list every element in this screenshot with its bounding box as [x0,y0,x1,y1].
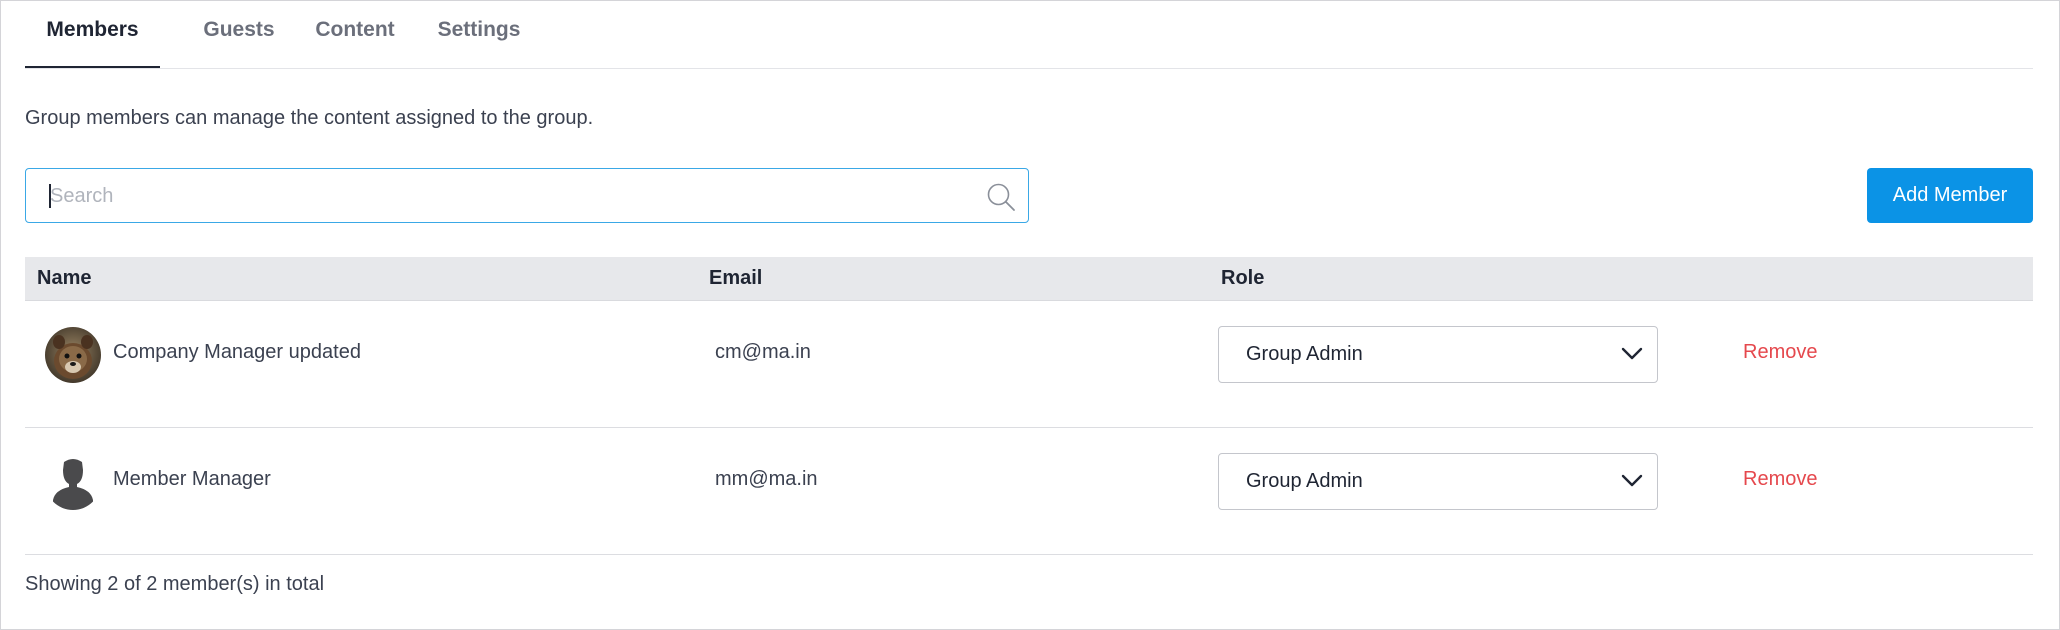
tab-settings[interactable]: Settings [418,1,540,68]
members-panel: Members Guests Content Settings Group me… [0,0,2060,630]
table-row: Company Manager updated cm@ma.in Group A… [25,301,2033,428]
search-box [25,168,1029,223]
member-email: mm@ma.in [715,468,818,490]
role-value: Group Admin [1246,470,1363,492]
member-name: Member Manager [113,468,271,490]
search-icon[interactable] [986,182,1016,212]
column-header-email: Email [709,267,763,289]
role-select[interactable]: Group Admin [1218,326,1658,383]
table-row: Member Manager mm@ma.in Group Admin Remo… [25,428,2033,555]
avatar [45,454,101,510]
search-input[interactable] [48,169,982,223]
tab-members[interactable]: Members [25,1,160,68]
tab-guests[interactable]: Guests [182,1,296,68]
member-count-summary: Showing 2 of 2 member(s) in total [25,573,325,595]
default-user-avatar-icon [45,454,101,510]
remove-member-link[interactable]: Remove [1743,341,1817,364]
column-header-name: Name [37,267,92,289]
member-name: Company Manager updated [113,341,361,363]
chevron-down-icon [1621,347,1643,360]
column-header-role: Role [1221,267,1265,289]
tab-bar: Members Guests Content Settings [25,1,2033,69]
members-description: Group members can manage the content ass… [25,107,594,129]
role-value: Group Admin [1246,343,1363,365]
chevron-down-icon [1621,474,1643,487]
add-member-button[interactable]: Add Member [1867,168,2033,223]
table-header: Name Email Role [25,257,2033,301]
member-email: cm@ma.in [715,341,811,363]
role-select[interactable]: Group Admin [1218,453,1658,510]
remove-member-link[interactable]: Remove [1743,468,1817,491]
tab-content[interactable]: Content [291,1,419,68]
photo-avatar-icon [45,327,101,383]
avatar [45,327,101,383]
